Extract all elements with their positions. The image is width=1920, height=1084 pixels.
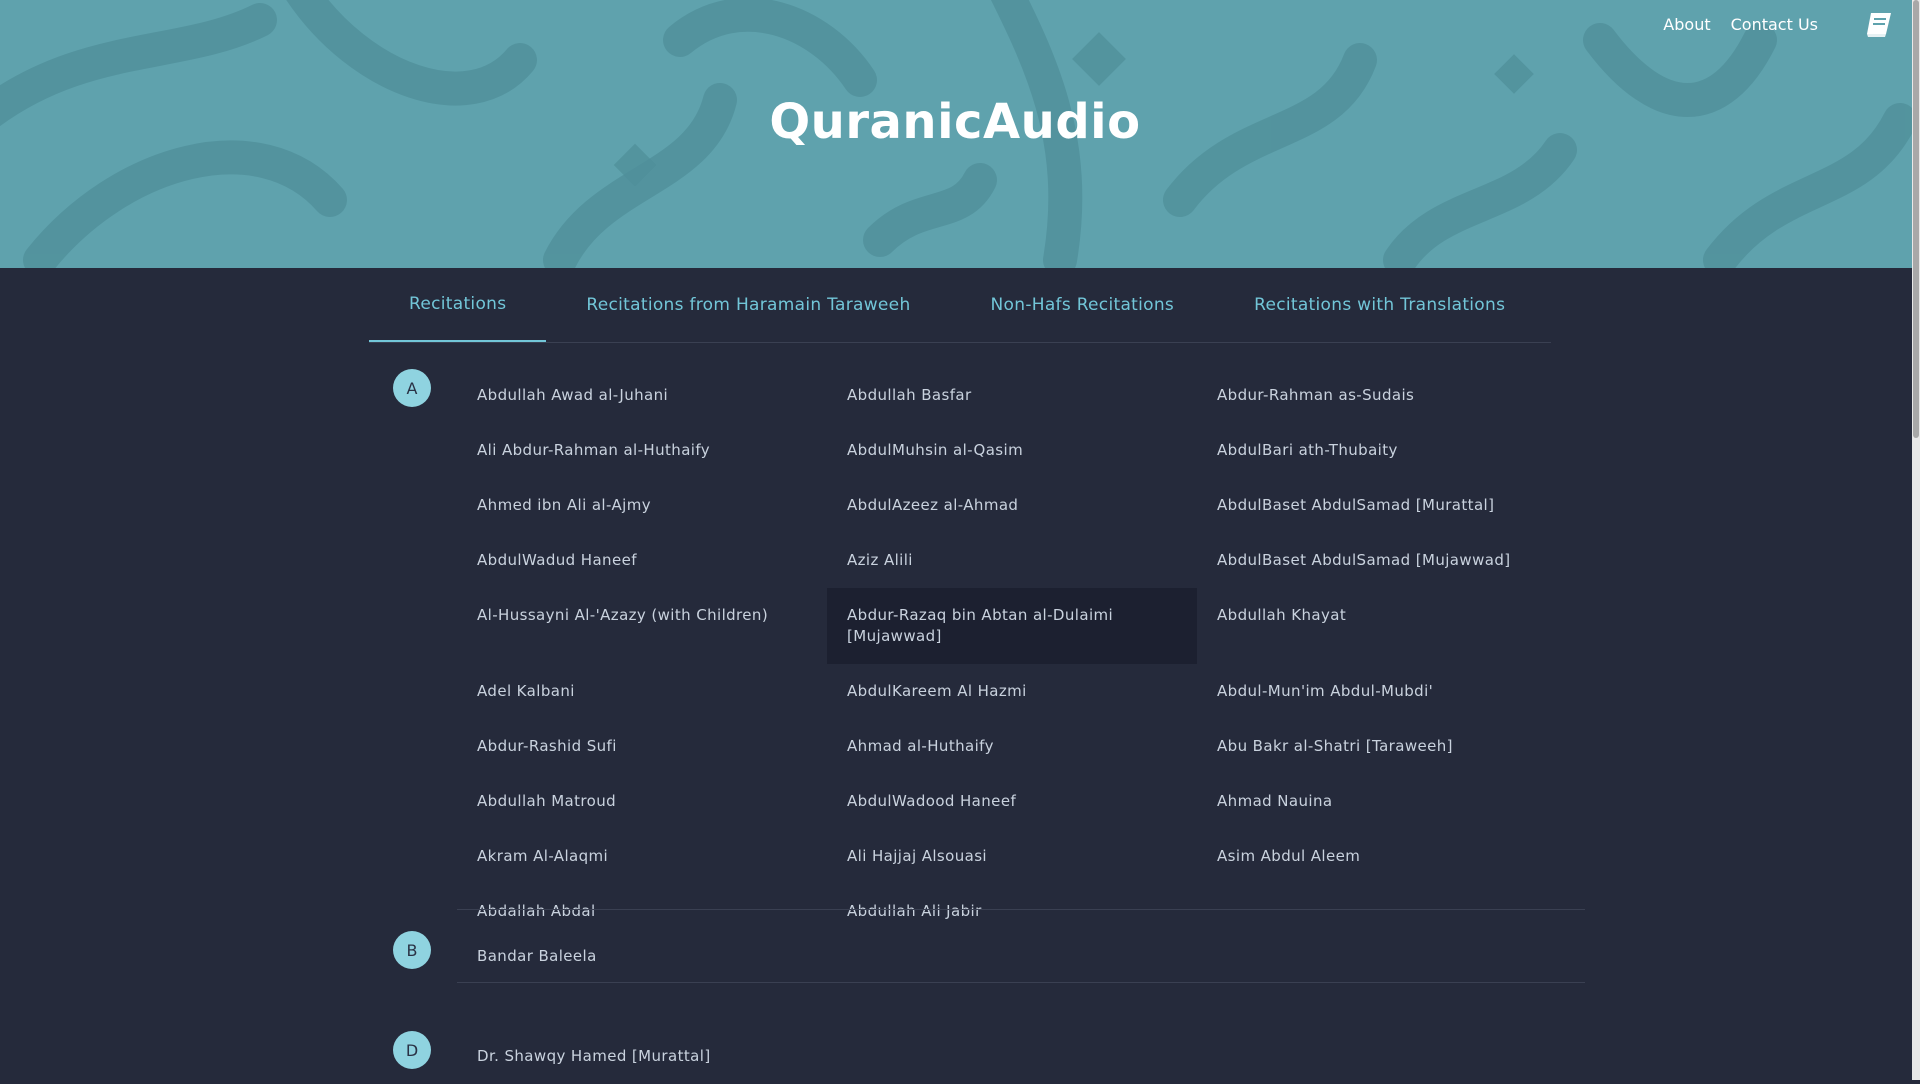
letter-badge-a: A — [393, 369, 431, 407]
tab-non-hafs[interactable]: Non-Hafs Recitations — [951, 268, 1215, 342]
reciter-link[interactable]: Abdur-Razaq bin Abtan al-Dulaimi [Mujaww… — [827, 588, 1197, 664]
reciter-link[interactable]: AbdulWadood Haneef — [827, 774, 1197, 829]
reciter-link[interactable]: Ahmed ibn Ali al-Ajmy — [457, 478, 827, 533]
reciter-link[interactable]: Ahmad al-Huthaify — [827, 719, 1197, 774]
reciter-group-a: Abdullah Awad al-Juhani Abdullah Basfar Ab… — [457, 368, 1585, 939]
reciter-link[interactable]: Abdullah Matroud — [457, 774, 827, 829]
reciter-link[interactable]: Bandar Baleela — [457, 929, 827, 984]
reciter-link[interactable]: AbdulBari ath-Thubaity — [1197, 423, 1567, 478]
reciter-link[interactable]: Ali Hajjaj Alsouasi — [827, 829, 1197, 884]
letter-badge-d: D — [393, 1031, 431, 1069]
reciter-link[interactable]: AbdulKareem Al Hazmi — [827, 664, 1197, 719]
reciter-group-b: Bandar Baleela — [457, 929, 1585, 984]
book-icon[interactable] — [1864, 10, 1894, 38]
tab-haramain-taraweeh[interactable]: Recitations from Haramain Taraweeh — [546, 268, 950, 342]
scrollbar[interactable] — [1912, 0, 1920, 1080]
reciter-link[interactable]: Dr. Shawqy Hamed [Murattal] — [457, 1029, 827, 1084]
reciter-link[interactable]: AbdulAzeez al-Ahmad — [827, 478, 1197, 533]
reciter-link[interactable]: Abdullah Awad al-Juhani — [457, 368, 827, 423]
scrollbar-thumb[interactable] — [1913, 0, 1919, 438]
reciter-link[interactable]: AbdulMuhsin al-Qasim — [827, 423, 1197, 478]
contact-us-link[interactable]: Contact Us — [1731, 15, 1818, 34]
reciter-link[interactable]: Abu Bakr al-Shatri [Taraweeh] — [1197, 719, 1567, 774]
reciter-link[interactable]: AbdulWadud Haneef — [457, 533, 827, 588]
reciter-link[interactable]: Abdul-Mun'im Abdul-Mubdi' — [1197, 664, 1567, 719]
group-divider — [457, 982, 1585, 983]
reciter-link[interactable]: Abdullah Basfar — [827, 368, 1197, 423]
reciter-link[interactable]: Abdur-Rahman as-Sudais — [1197, 368, 1567, 423]
reciter-group-d: Dr. Shawqy Hamed [Murattal] — [457, 1029, 1585, 1084]
reciter-link[interactable]: Al-Hussayni Al-'Azazy (with Children) — [457, 588, 827, 664]
reciter-link[interactable]: Asim Abdul Aleem — [1197, 829, 1567, 884]
reciter-link[interactable]: Abdullah Khayat — [1197, 588, 1567, 664]
top-navigation: About Contact Us — [1643, 10, 1894, 38]
reciter-link[interactable]: Ahmad Nauina — [1197, 774, 1567, 829]
reciter-link[interactable]: AbdulBaset AbdulSamad [Mujawwad] — [1197, 533, 1567, 588]
reciter-link[interactable]: Abdur-Rashid Sufi — [457, 719, 827, 774]
letter-badge-b: B — [393, 931, 431, 969]
site-title[interactable]: QuranicAudio — [0, 94, 1910, 150]
group-divider — [457, 909, 1585, 910]
reciter-link[interactable]: AbdulBaset AbdulSamad [Murattal] — [1197, 478, 1567, 533]
reciter-link[interactable]: Adel Kalbani — [457, 664, 827, 719]
reciter-link[interactable]: Aziz Alili — [827, 533, 1197, 588]
tab-recitations[interactable]: Recitations — [369, 268, 547, 342]
about-link[interactable]: About — [1663, 15, 1710, 34]
reciter-link[interactable]: Ali Abdur-Rahman al-Huthaify — [457, 423, 827, 478]
recitation-tabs: Recitations Recitations from Haramain Ta… — [369, 268, 1551, 343]
reciter-link[interactable]: Akram Al-Alaqmi — [457, 829, 827, 884]
hero-header: About Contact Us QuranicAudio — [0, 0, 1920, 268]
tab-translations[interactable]: Recitations with Translations — [1214, 268, 1545, 342]
